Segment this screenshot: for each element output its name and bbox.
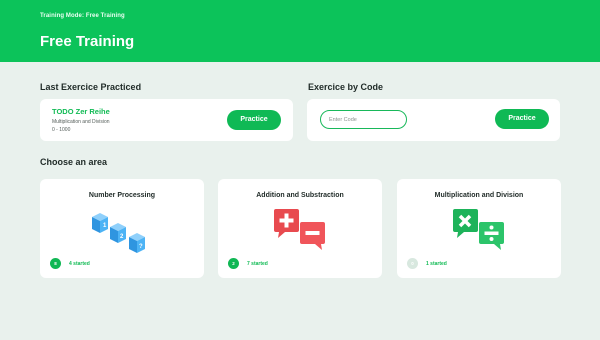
exercise-range: 0 - 1000 bbox=[52, 127, 71, 133]
practice-last-button[interactable]: Practice bbox=[227, 110, 281, 130]
svg-text:?: ? bbox=[139, 244, 143, 250]
area-card-addition-subtraction[interactable]: Addition and Substraction 2 7 started bbox=[218, 179, 382, 278]
exercise-category: Multiplication and Division bbox=[52, 119, 110, 125]
area-title: Addition and Substraction bbox=[256, 192, 344, 199]
area-title: Number Processing bbox=[88, 192, 156, 199]
area-count-badge: 8 bbox=[50, 258, 61, 269]
breadcrumb: Training Mode: Free Training bbox=[40, 13, 125, 19]
area-started-count: 4 started bbox=[69, 261, 90, 267]
header-bar: Training Mode: Free Training Free Traini… bbox=[0, 0, 600, 62]
area-count-badge: 0 bbox=[407, 258, 418, 269]
choose-area-heading: Choose an area bbox=[40, 157, 108, 167]
times-divide-bubbles-icon bbox=[453, 209, 504, 250]
practice-code-button[interactable]: Practice bbox=[495, 109, 549, 129]
number-cubes-icon: 1 2 ? bbox=[92, 213, 145, 253]
exercise-by-code-card: Practice bbox=[307, 99, 560, 141]
page-title: Free Training bbox=[40, 33, 135, 50]
area-card-multiplication-division[interactable]: Multiplication and Division 0 1 started bbox=[397, 179, 561, 278]
exercise-name: TODO Zer Reihe bbox=[52, 107, 110, 116]
area-started-count: 1 started bbox=[426, 261, 447, 267]
code-input[interactable] bbox=[320, 110, 407, 129]
area-started-count: 7 started bbox=[247, 261, 268, 267]
area-title: Multiplication and Division bbox=[434, 192, 524, 199]
last-exercise-heading: Last Exercice Practiced bbox=[40, 82, 142, 92]
last-exercise-card: TODO Zer Reihe Multiplication and Divisi… bbox=[40, 99, 293, 141]
plus-minus-bubbles-icon bbox=[274, 209, 325, 250]
exercise-by-code-heading: Exercice by Code bbox=[308, 82, 384, 92]
area-card-number-processing[interactable]: Number Processing 1 2 ? 8 4 started bbox=[40, 179, 204, 278]
area-count-badge: 2 bbox=[228, 258, 239, 269]
